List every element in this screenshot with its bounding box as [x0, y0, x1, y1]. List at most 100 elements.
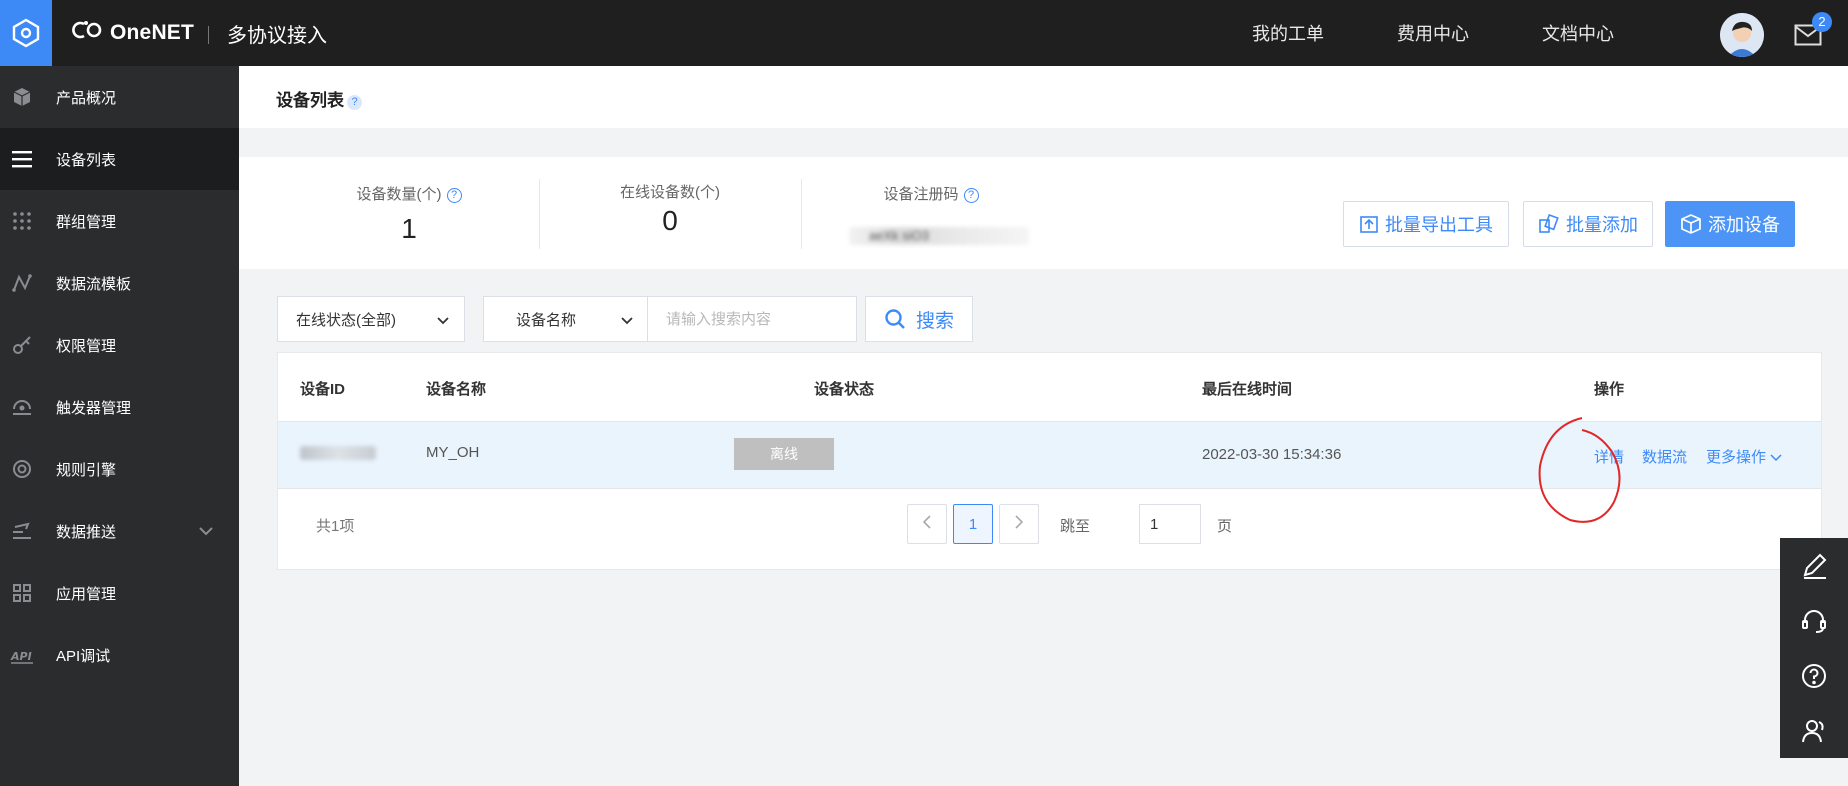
col-device-id: 设备ID [300, 381, 346, 398]
header-divider [208, 26, 209, 44]
col-operations: 操作 [1594, 381, 1625, 398]
more-actions-link[interactable]: 更多操作 [1706, 446, 1782, 467]
search-input[interactable] [647, 296, 857, 342]
list-icon [10, 147, 34, 171]
sidebar-item-label: 产品概况 [56, 89, 117, 107]
sidebar-item-group-management[interactable]: 群组管理 [0, 190, 239, 252]
sidebar-item-api-debug[interactable]: API API调试 [0, 624, 239, 686]
sidebar-item-product-overview[interactable]: 产品概况 [0, 66, 239, 128]
sidebar-item-permission-management[interactable]: 权限管理 [0, 314, 239, 376]
last-online-cell: 2022-03-30 15:34:36 [1202, 446, 1342, 463]
next-page-button[interactable] [999, 504, 1039, 544]
chevron-down-icon [436, 313, 450, 330]
sidebar-item-label: 权限管理 [56, 337, 117, 355]
trigger-icon [10, 395, 34, 419]
col-device-name: 设备名称 [426, 381, 487, 398]
headset-icon[interactable] [1780, 593, 1848, 648]
floating-toolbar [1780, 538, 1848, 758]
search-field-select[interactable]: 设备名称 [483, 296, 649, 342]
data-flow-icon [10, 271, 34, 295]
page-1-button[interactable]: 1 [953, 504, 993, 544]
chevron-left-icon [922, 514, 932, 534]
chevron-down-icon [1770, 449, 1782, 466]
status-badge: 离线 [734, 438, 834, 470]
sidebar-item-app-management[interactable]: 应用管理 [0, 562, 239, 624]
cube-icon [10, 85, 34, 109]
sidebar-item-label: 触发器管理 [56, 399, 132, 417]
chevron-down-icon [620, 313, 634, 330]
stat-label: 设备数量(个)? [279, 183, 539, 204]
details-link[interactable]: 详情 [1594, 446, 1624, 467]
avatar[interactable] [1720, 13, 1764, 57]
register-code-label: 设备注册码 [883, 186, 959, 203]
product-name: 多协议接入 [227, 24, 327, 47]
question-icon[interactable]: ? [963, 188, 979, 203]
sidebar-item-trigger-management[interactable]: 触发器管理 [0, 376, 239, 438]
question-icon[interactable]: ? [446, 188, 462, 203]
nav-billing-center[interactable]: 费用中心 [1397, 0, 1469, 66]
online-count-label: 在线设备数(个) [620, 184, 720, 201]
search-field-value: 设备名称 [516, 311, 577, 329]
device-name-cell: MY_OH [426, 444, 480, 461]
main-content: 设备列表? 设备数量(个)? 1 在线设备数(个) 0 设备注册码? aeXk … [239, 66, 1848, 786]
device-id-blurred [300, 446, 376, 460]
status-filter-select[interactable]: 在线状态(全部) [277, 296, 465, 342]
box-icon [1680, 213, 1702, 235]
table-header: 设备ID 设备名称 设备状态 最后在线时间 操作 [278, 353, 1821, 421]
mail-badge: 2 [1812, 12, 1832, 32]
sidebar-item-rule-engine[interactable]: 规则引擎 [0, 438, 239, 500]
device-count-value: 1 [401, 213, 417, 244]
sidebar-item-device-list[interactable]: 设备列表 [0, 128, 239, 190]
edit-icon[interactable] [1780, 538, 1848, 593]
batch-add-label: 批量添加 [1566, 215, 1638, 235]
more-actions-label: 更多操作 [1706, 449, 1767, 466]
batch-export-button[interactable]: 批量导出工具 [1343, 201, 1509, 247]
add-device-button[interactable]: 添加设备 [1665, 201, 1795, 247]
jump-label: 跳至 [1060, 518, 1091, 535]
sidebar-item-label: 规则引擎 [56, 461, 117, 479]
sidebar: 产品概况 设备列表 群组管理 数据流模板 权限管理 触发器管理 规则引擎 数据推… [0, 66, 239, 786]
sidebar-item-data-push[interactable]: 数据推送 [0, 500, 239, 562]
push-icon [10, 519, 34, 543]
search-button[interactable]: 搜索 [865, 296, 973, 342]
batch-add-icon [1538, 214, 1560, 234]
datastream-link[interactable]: 数据流 [1642, 446, 1687, 467]
register-code-value-blurred: aeXk siO3 [849, 227, 1029, 245]
apps-icon [10, 581, 34, 605]
svg-text:API: API [10, 650, 32, 663]
onenet-mark-icon [72, 20, 106, 46]
sidebar-item-label: API调试 [56, 647, 111, 665]
nav-my-tickets[interactable]: 我的工单 [1252, 0, 1324, 66]
sidebar-item-label: 数据流模板 [56, 275, 132, 293]
sidebar-item-label: 应用管理 [56, 585, 117, 603]
search-icon [884, 308, 906, 330]
total-count: 共1项 [316, 518, 355, 535]
batch-export-label: 批量导出工具 [1385, 215, 1493, 235]
stat-label: 设备注册码? [801, 183, 1061, 204]
page-header: 设备列表? [239, 66, 1848, 128]
stat-register-code: 设备注册码? [801, 157, 1061, 269]
export-icon [1359, 214, 1379, 234]
sidebar-item-datastream-template[interactable]: 数据流模板 [0, 252, 239, 314]
nav-docs-center[interactable]: 文档中心 [1542, 0, 1614, 66]
prev-page-button[interactable] [907, 504, 947, 544]
stat-online-count: 在线设备数(个) 0 [539, 157, 801, 269]
api-icon: API [10, 643, 34, 667]
page-jump-input[interactable] [1139, 504, 1201, 544]
search-button-label: 搜索 [915, 310, 954, 332]
batch-add-button[interactable]: 批量添加 [1523, 201, 1653, 247]
sidebar-item-label: 设备列表 [56, 151, 117, 169]
feedback-user-icon[interactable] [1780, 703, 1848, 758]
chevron-down-icon[interactable] [198, 523, 214, 540]
help-icon[interactable]: ? [347, 95, 362, 110]
grid-dots-icon [10, 209, 34, 233]
online-count-value: 0 [662, 205, 678, 236]
top-bar: OneNET 多协议接入 我的工单 费用中心 文档中心 2 [0, 0, 1848, 66]
sidebar-item-label: 数据推送 [56, 523, 117, 541]
help-circle-icon[interactable] [1780, 648, 1848, 703]
logo-hexagon-icon[interactable] [0, 0, 52, 66]
key-icon [10, 333, 34, 357]
chevron-right-icon [1014, 514, 1024, 534]
brand-logo[interactable]: OneNET [72, 0, 194, 66]
page-title-text: 设备列表 [276, 91, 344, 110]
